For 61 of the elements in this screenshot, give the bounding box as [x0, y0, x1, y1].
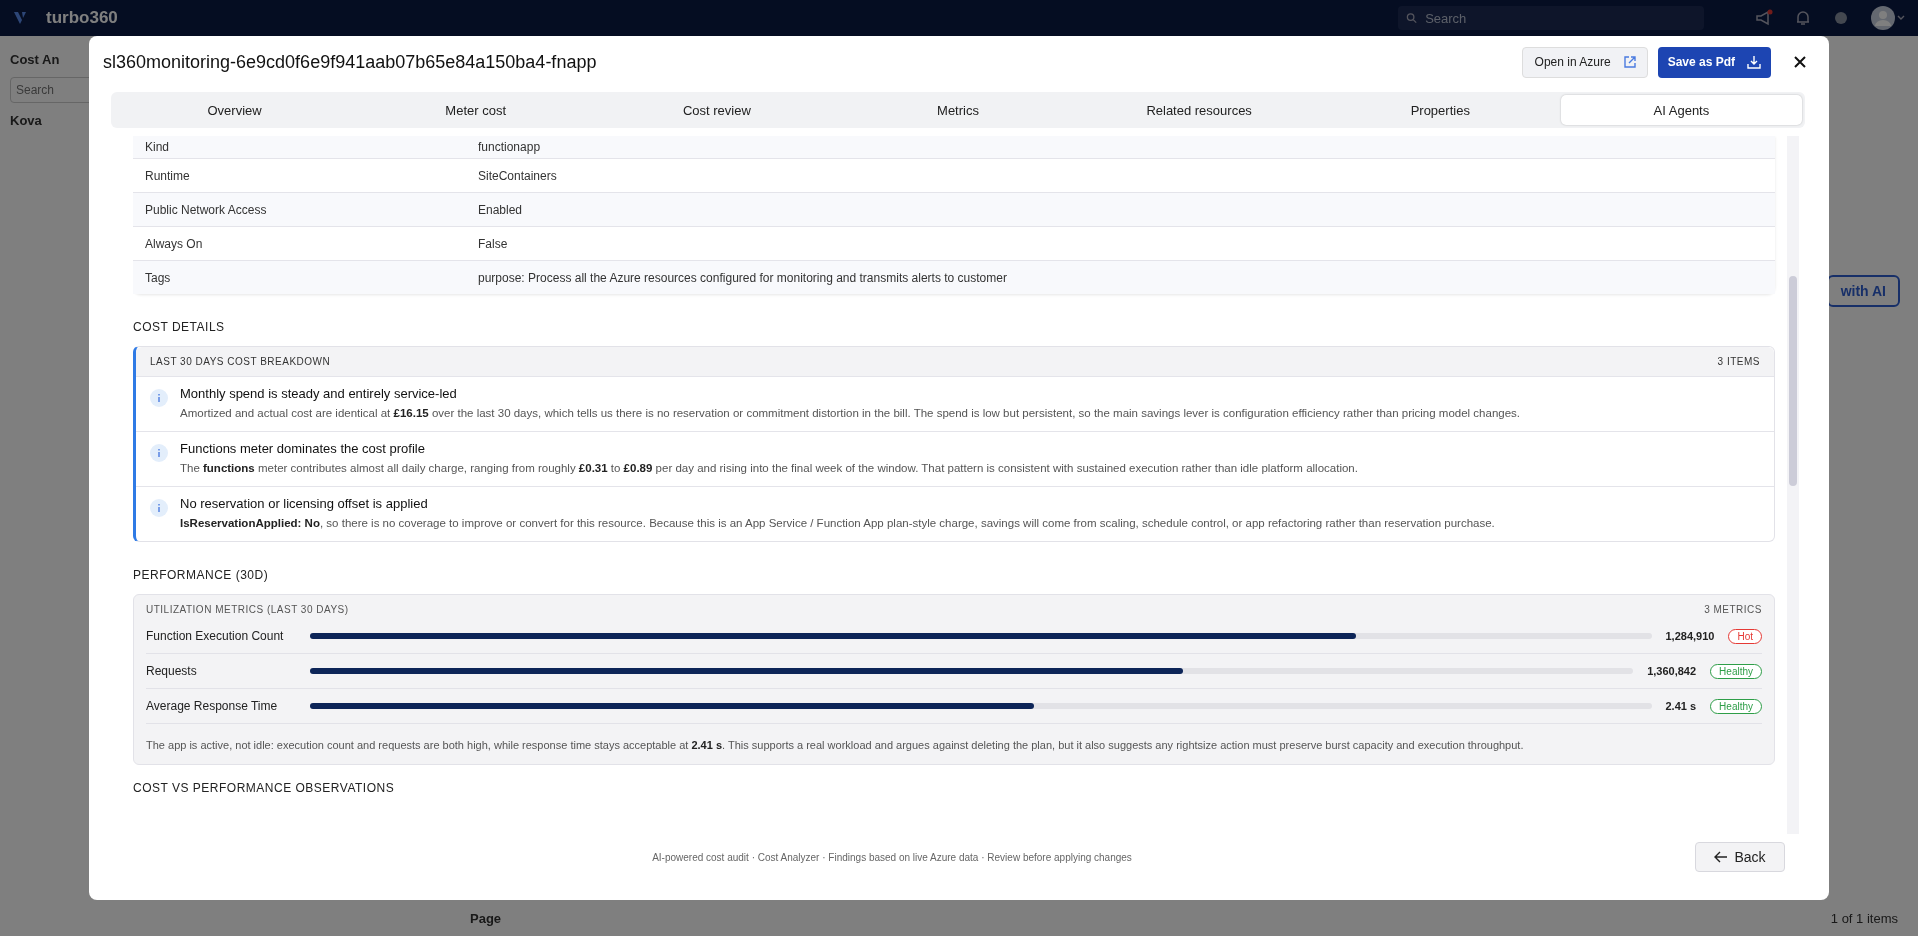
table-cell: purpose: Process all the Azure resources configured for monitoring and transmits alerts to customer [478, 270, 1007, 285]
table-cell-text: Kind [144, 140, 171, 154]
finding-title: No reservation or licensing offset is applied [180, 496, 429, 512]
status-badge: Healthy [1710, 663, 1762, 679]
dialog-title: sl360monitoring-6e9cd0f6e9f941aab07b65e84a150ba4-fnapp [103, 51, 597, 73]
save-as-pdf-button[interactable]: Save as Pdf [1657, 46, 1771, 78]
metric-name: Function Execution Count [146, 629, 285, 644]
tab[interactable]: Meter cost [355, 95, 597, 125]
open-in-azure-button[interactable]: Open in Azure [1521, 46, 1648, 78]
table-cell: Enabled [478, 202, 523, 217]
table-cell-text: Runtime [144, 168, 191, 183]
table-cell-text: Tags [144, 270, 172, 285]
search-input[interactable]: Search [1423, 9, 1696, 27]
brand-name: turbo360 [46, 8, 118, 28]
section-heading: PERFORMANCE (30D) [133, 568, 270, 583]
info-icon [150, 389, 168, 407]
tab[interactable]: Properties [1319, 95, 1561, 125]
metric-value: 1,360,842 [1647, 665, 1697, 678]
finding-text: The functions meter contributes almost all daily charge, ranging from roughly £0.31 to £0.89 per day and rising into the final week of the window. That pattern is consistent with sustained execution rather than idle platform allocation. [180, 461, 1358, 477]
card-title: UTILIZATION METRICS (LAST 30 DAYS) [146, 604, 349, 616]
metric-name: Requests [146, 664, 198, 679]
info-icon [150, 444, 168, 463]
arrow-left-icon [1714, 851, 1729, 863]
status-badge: Hot [1728, 628, 1762, 644]
finding-text: Amortized and actual cost are identical at £16.15 over the last 30 days, which tells us there is no reservation or commitment distortion in the bill. The spend is low but persistent, so the main savings lever is configuration efficiency rather than pricing model changes. [180, 406, 1521, 421]
tab[interactable]: Metrics [837, 95, 1079, 125]
section-heading: COST VS PERFORMANCE OBSERVATIONS [133, 780, 396, 795]
metric-value: 2.41 s [1665, 700, 1697, 713]
item-count: 3 ITEMS [1717, 356, 1760, 367]
search-field[interactable]: Search [1398, 6, 1704, 30]
finding-text: IsReservationApplied: No, so there is no coverage to improve or convert for this resource. Because this is an App Service / Function App plan-style charge, savings will come from scaling, schedule control, or app refactoring rather than reservation purchase. [180, 516, 1495, 532]
table-cell: functionapp [478, 140, 541, 154]
footer-note: AI-powered cost audit · Cost Analyzer · Findings based on live Azure data · Review before applying changes [651, 851, 1133, 863]
card-title: LAST 30 DAYS COST BREAKDOWN [150, 356, 331, 367]
finding-title: Monthly spend is steady and entirely service-led [180, 386, 458, 401]
tab[interactable]: Cost review [596, 95, 838, 125]
table-cell-text: Public Network Access [144, 202, 268, 217]
scrollbar[interactable] [1787, 136, 1799, 834]
status-badge: Healthy [1710, 698, 1762, 714]
search-icon [1406, 12, 1418, 24]
metric-value: 1,284,910 [1665, 630, 1715, 643]
megaphone-icon[interactable] [1754, 8, 1774, 28]
tab[interactable]: Related resources [1078, 95, 1320, 125]
pager-count: 1 of 1 items [1830, 911, 1898, 926]
table-cell: SiteContainers [478, 168, 557, 183]
table-cell-text: Always On [144, 236, 204, 251]
table-cell: False [478, 236, 508, 251]
avatar-icon[interactable] [1870, 5, 1906, 31]
close-icon[interactable] [1793, 55, 1807, 69]
metric-name: Average Response Time [146, 699, 279, 714]
performance-summary: The app is active, not idle: execution count and requests are both high, while response time stays acceptable at 2.41 s. This supports a real workload and argues against deleting the plan, but it also suggests any rightsize action must preserve burst capacity and execution throughput. [146, 738, 1525, 754]
bell-icon[interactable] [1794, 9, 1812, 27]
tab[interactable]: AI Agents [1560, 95, 1802, 125]
metric-count: 3 METRICS [1704, 604, 1762, 616]
pager-label: Page [470, 911, 502, 926]
external-link-icon [1622, 55, 1637, 69]
finding-title: Functions meter dominates the cost profile [180, 441, 426, 457]
back-button[interactable]: Back [1695, 842, 1785, 872]
download-icon [1747, 55, 1761, 69]
section-heading: COST DETAILS [133, 320, 226, 334]
info-icon [150, 499, 168, 518]
